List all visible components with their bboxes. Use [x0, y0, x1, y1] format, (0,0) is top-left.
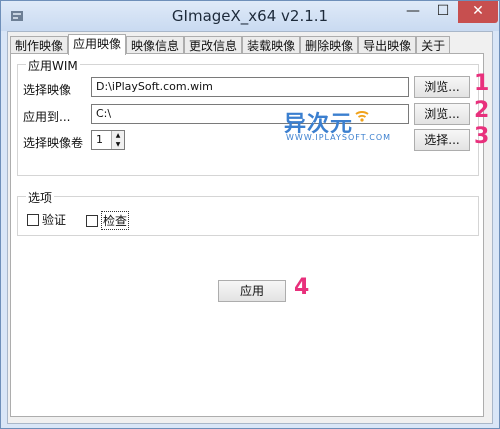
maximize-button[interactable]: ☐: [428, 1, 458, 23]
volume-value: 1: [96, 133, 103, 146]
select-image-label: 选择映像: [23, 83, 72, 97]
browse-target-button[interactable]: 浏览...: [414, 103, 470, 125]
client-area: 制作映像 应用映像 映像信息 更改信息 装载映像 删除映像 导出映像 关于 应用…: [7, 31, 493, 424]
spinner-buttons: ▲ ▼: [111, 131, 124, 149]
annotation-3: 3: [474, 124, 490, 149]
annotation-4: 4: [294, 275, 310, 300]
watermark-sub-text: WWW.IPLAYSOFT.COM: [286, 133, 392, 142]
app-window: GImageX_x64 v2.1.1 — ☐ ✕ 制作映像 应用映像 映像信息 …: [0, 0, 500, 429]
apply-to-label: 应用到...: [23, 110, 71, 124]
check-checkbox[interactable]: 检查: [86, 211, 130, 230]
options-group-title: 选项: [26, 189, 55, 206]
volume-spinner[interactable]: 1 ▲ ▼: [91, 130, 125, 150]
tab-strip: 制作映像 应用映像 映像信息 更改信息 装载映像 删除映像 导出映像 关于: [10, 34, 451, 55]
choose-volume-button[interactable]: 选择...: [414, 129, 470, 151]
select-volume-label: 选择映像卷: [23, 136, 84, 150]
wifi-icon: [355, 111, 369, 122]
minimize-button[interactable]: —: [398, 1, 428, 23]
tab-panel-apply: 应用WIM 选择映像 D:\iPlaySoft.com.wim 浏览... 1 …: [10, 53, 489, 417]
close-button[interactable]: ✕: [458, 1, 498, 23]
browse-image-button[interactable]: 浏览...: [414, 76, 470, 98]
check-checkbox-box[interactable]: [86, 214, 98, 227]
title-bar[interactable]: GImageX_x64 v2.1.1 — ☐ ✕: [1, 1, 499, 31]
watermark-logo: 异次元 WWW.IPLAYSOFT.COM: [284, 106, 390, 146]
verify-checkbox[interactable]: 验证: [27, 211, 66, 228]
annotation-2: 2: [474, 98, 490, 123]
image-path-input[interactable]: D:\iPlaySoft.com.wim: [91, 77, 409, 97]
apply-wim-group-title: 应用WIM: [26, 57, 80, 74]
tab-apply-image[interactable]: 应用映像: [68, 34, 127, 55]
spin-down-arrow-icon[interactable]: ▼: [112, 140, 124, 149]
annotation-1: 1: [474, 71, 490, 96]
verify-label: 验证: [42, 213, 67, 227]
verify-checkbox-box[interactable]: [27, 213, 39, 226]
check-label: 检查: [101, 211, 130, 230]
apply-button[interactable]: 应用: [218, 280, 286, 302]
